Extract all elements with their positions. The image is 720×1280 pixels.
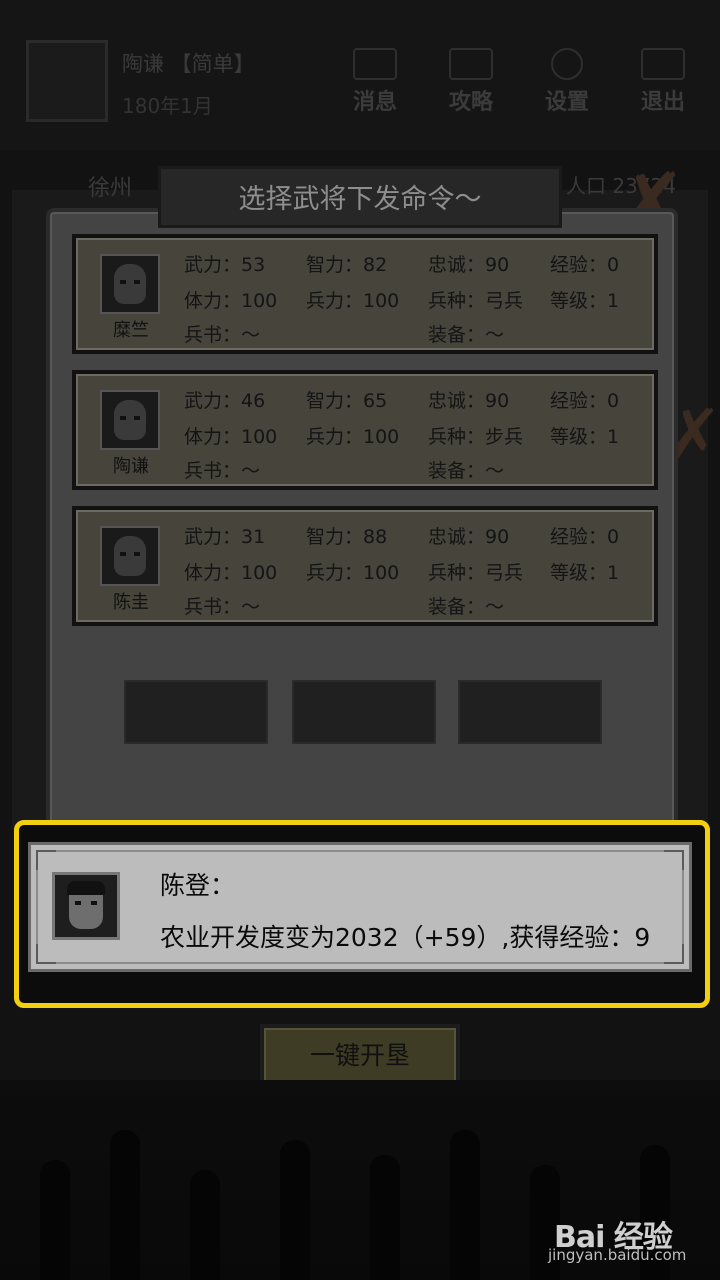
stat-jingyan: 经验：0 bbox=[550, 390, 620, 412]
stat-tili: 体力：100 bbox=[184, 426, 278, 448]
stat-wuli: 武力：46 bbox=[184, 390, 266, 412]
exit-icon bbox=[641, 48, 685, 80]
stat-bingshu: 兵书：～ bbox=[184, 324, 261, 346]
general-card[interactable]: 陈圭 武力：31 智力：88 忠诚：90 经验：0 体力：100 兵力：100 … bbox=[72, 506, 658, 626]
stat-bingzhong: 兵种：步兵 bbox=[428, 426, 524, 448]
ruler-name: 陶谦 【简单】 bbox=[122, 52, 255, 76]
messages-button[interactable]: 消息 bbox=[340, 48, 410, 118]
general-card[interactable]: 陶谦 武力：46 智力：65 忠诚：90 经验：0 体力：100 兵力：100 … bbox=[72, 370, 658, 490]
general-name: 糜竺 bbox=[113, 320, 149, 341]
game-date: 180年1月 bbox=[122, 94, 213, 118]
stat-zhuangbei: 装备：～ bbox=[428, 324, 505, 346]
stat-bingli: 兵力：100 bbox=[306, 290, 400, 312]
dimmed-button-2 bbox=[292, 680, 436, 744]
gear-icon bbox=[551, 48, 583, 80]
scroll-icon bbox=[353, 48, 397, 80]
stat-dengji: 等级：1 bbox=[550, 562, 620, 584]
dialog-title: 选择武将下发命令～ bbox=[158, 166, 562, 228]
stat-zhili: 智力：65 bbox=[306, 390, 388, 412]
settings-button[interactable]: 设置 bbox=[532, 48, 602, 118]
settings-label: 设置 bbox=[544, 90, 589, 115]
stat-bingshu: 兵书：～ bbox=[184, 596, 261, 618]
stat-bingshu: 兵书：～ bbox=[184, 460, 261, 482]
stat-zhongcheng: 忠诚：90 bbox=[428, 390, 510, 412]
strategy-button[interactable]: 攻略 bbox=[436, 48, 506, 118]
exit-label: 退出 bbox=[640, 90, 685, 115]
general-name: 陶谦 bbox=[113, 456, 149, 477]
strategy-label: 攻略 bbox=[448, 90, 493, 115]
stat-dengji: 等级：1 bbox=[550, 290, 620, 312]
stat-wuli: 武力：31 bbox=[184, 526, 266, 548]
exit-button[interactable]: 退出 bbox=[628, 48, 698, 118]
stat-bingli: 兵力：100 bbox=[306, 426, 400, 448]
general-portrait bbox=[100, 526, 160, 586]
general-portrait bbox=[100, 254, 160, 314]
stat-zhili: 智力：88 bbox=[306, 526, 388, 548]
stat-wuli: 武力：53 bbox=[184, 254, 266, 276]
messages-label: 消息 bbox=[352, 90, 397, 115]
stat-tili: 体力：100 bbox=[184, 290, 278, 312]
stat-zhili: 智力：82 bbox=[306, 254, 388, 276]
stat-tili: 体力：100 bbox=[184, 562, 278, 584]
stat-jingyan: 经验：0 bbox=[550, 526, 620, 548]
stat-jingyan: 经验：0 bbox=[550, 254, 620, 276]
notice-speaker: 陈登： bbox=[160, 871, 236, 900]
stat-zhuangbei: 装备：～ bbox=[428, 596, 505, 618]
speaker-portrait bbox=[52, 872, 120, 940]
stat-zhongcheng: 忠诚：90 bbox=[428, 254, 510, 276]
book-icon bbox=[449, 48, 493, 80]
stat-bingzhong: 兵种：弓兵 bbox=[428, 290, 524, 312]
stat-zhongcheng: 忠诚：90 bbox=[428, 526, 510, 548]
ruler-portrait[interactable] bbox=[26, 40, 108, 122]
city-name: 徐州 bbox=[88, 176, 133, 201]
general-portrait bbox=[100, 390, 160, 450]
general-name: 陈圭 bbox=[113, 592, 149, 613]
notice-message: 农业开发度变为2032（+59）,获得经验：9 bbox=[160, 923, 651, 952]
general-card[interactable]: 糜竺 武力：53 智力：82 忠诚：90 经验：0 体力：100 兵力：100 … bbox=[72, 234, 658, 354]
stat-zhuangbei: 装备：～ bbox=[428, 460, 505, 482]
stat-bingzhong: 兵种：弓兵 bbox=[428, 562, 524, 584]
stat-bingli: 兵力：100 bbox=[306, 562, 400, 584]
dimmed-button-3 bbox=[458, 680, 602, 744]
one-click-cultivate-button[interactable]: 一键开垦 bbox=[260, 1024, 460, 1088]
stat-dengji: 等级：1 bbox=[550, 426, 620, 448]
dimmed-button-1 bbox=[124, 680, 268, 744]
watermark-url: jingyan.baidu.com bbox=[548, 1246, 687, 1264]
